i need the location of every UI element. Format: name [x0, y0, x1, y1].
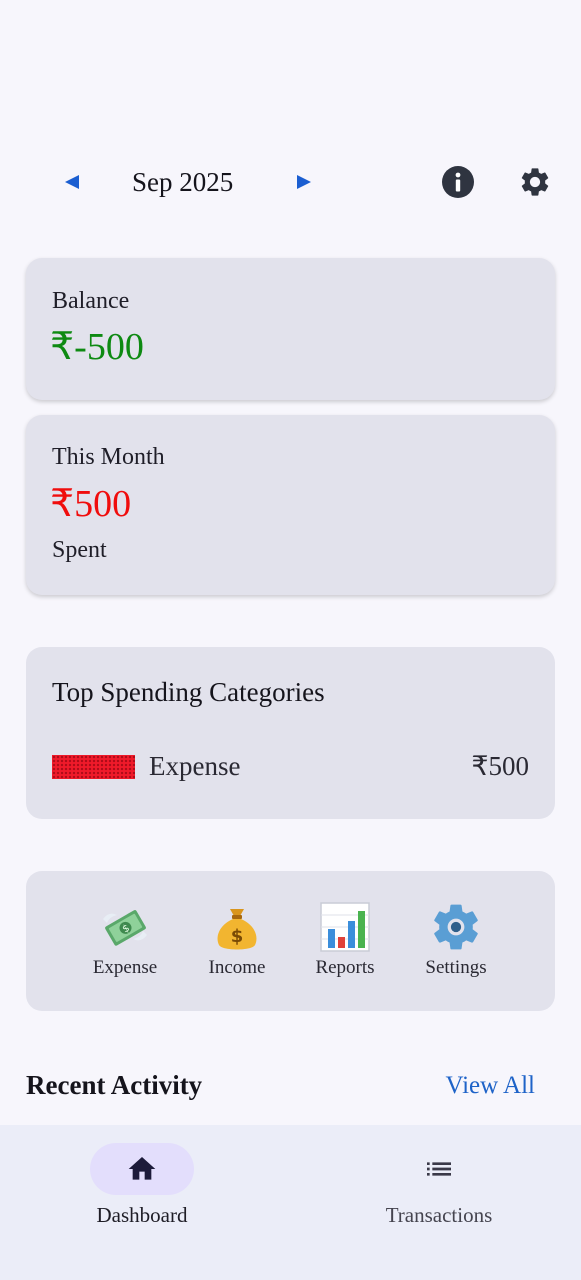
info-button[interactable]	[440, 164, 476, 200]
nav-dashboard-label: Dashboard	[96, 1203, 188, 1227]
quick-actions-card: $ Expense $ Income Reports Settings	[26, 871, 555, 1011]
balance-amount: ₹-500	[50, 326, 144, 368]
triangle-left-icon	[65, 175, 79, 189]
top-spending-categories-card: Top Spending Categories Expense ₹500	[26, 647, 555, 819]
nav-transactions[interactable]: Transactions	[339, 1143, 539, 1253]
previous-month-button[interactable]	[60, 170, 84, 194]
nav-dashboard[interactable]: Dashboard	[42, 1143, 242, 1253]
category-row: Expense ₹500	[52, 747, 529, 785]
gear-emoji-icon	[434, 904, 478, 950]
spent-label: Spent	[52, 537, 107, 563]
view-all-link[interactable]: View All	[446, 1072, 535, 1100]
recent-activity-title: Recent Activity	[26, 1070, 203, 1100]
svg-text:$: $	[231, 926, 244, 947]
categories-title: Top Spending Categories	[52, 677, 325, 707]
month-spent-amount: ₹500	[50, 483, 132, 525]
balance-card: Balance ₹-500	[26, 258, 555, 400]
list-icon	[427, 1162, 451, 1176]
next-month-button[interactable]	[292, 170, 316, 194]
category-amount: ₹500	[471, 751, 529, 781]
info-icon	[442, 166, 474, 198]
nav-transactions-indicator	[387, 1143, 491, 1195]
settings-button[interactable]	[517, 164, 553, 200]
triangle-right-icon	[297, 175, 311, 189]
home-icon	[128, 1157, 156, 1180]
settings-action-button[interactable]: Settings	[406, 899, 506, 989]
gear-icon	[521, 168, 549, 196]
money-with-wings-icon: $	[103, 910, 147, 946]
bottom-navigation: Dashboard Transactions	[0, 1125, 581, 1280]
month-navigation: Sep 2025	[0, 158, 581, 206]
reports-action-button[interactable]: Reports	[295, 899, 395, 989]
category-name: Expense	[149, 751, 241, 781]
money-bag-icon: $	[217, 909, 257, 950]
nav-transactions-label: Transactions	[385, 1203, 493, 1227]
balance-label: Balance	[52, 288, 130, 314]
this-month-label: This Month	[52, 444, 165, 470]
reports-action-label: Reports	[315, 957, 375, 978]
settings-action-label: Settings	[425, 957, 487, 978]
current-month-label: Sep 2025	[132, 167, 234, 197]
income-action-button[interactable]: $ Income	[187, 899, 287, 989]
category-bar	[52, 755, 135, 779]
expense-action-label: Expense	[92, 957, 158, 978]
this-month-card: This Month ₹500 Spent	[26, 415, 555, 595]
nav-dashboard-indicator	[90, 1143, 194, 1195]
bar-chart-icon	[320, 902, 370, 952]
expense-action-button[interactable]: $ Expense	[75, 899, 175, 989]
income-action-label: Income	[208, 957, 266, 978]
